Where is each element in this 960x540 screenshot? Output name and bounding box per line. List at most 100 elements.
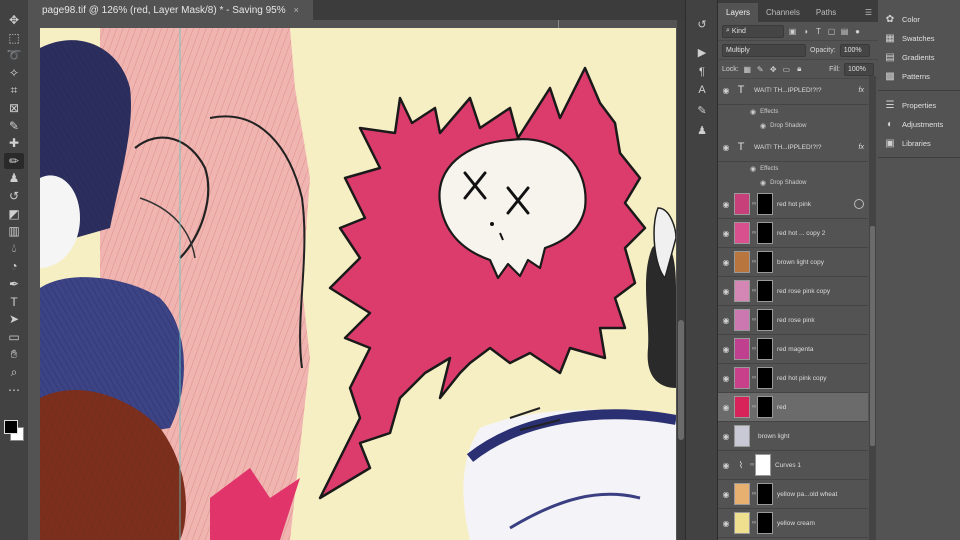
layer-row[interactable]: ◉ ⌇ ∞ Curves 1 — [718, 451, 868, 480]
quick-select-icon[interactable]: ✧ — [4, 65, 24, 81]
tab-paths[interactable]: Paths — [808, 3, 844, 22]
layer-thumbnail[interactable] — [734, 280, 750, 302]
effects-fx-icon[interactable]: fx — [859, 87, 864, 94]
filter-toggle-icon[interactable]: ● — [853, 26, 862, 36]
visibility-eye-icon[interactable]: ◉ — [718, 490, 734, 499]
layer-thumbnail[interactable] — [734, 512, 750, 534]
zoom-icon[interactable]: ⌕ — [4, 364, 24, 380]
visibility-eye-icon[interactable]: ◉ — [718, 258, 734, 267]
visibility-eye-icon[interactable]: ◉ — [718, 143, 734, 152]
more-icon[interactable]: ⋯ — [4, 382, 24, 398]
history-brush-icon[interactable]: ↺ — [4, 188, 24, 204]
close-icon[interactable]: × — [294, 5, 299, 15]
layer-row[interactable]: ◉ T WAIT! TH...IPPLED!?!? fx — [718, 133, 868, 162]
eraser-icon[interactable]: ◩ — [4, 206, 24, 222]
layer-row[interactable]: ◉ ∞ red magenta — [718, 335, 868, 364]
layer-row[interactable]: ◉ ∞ red — [718, 393, 868, 422]
fill-input[interactable]: 100% — [844, 62, 874, 76]
layer-row[interactable]: ◉ brown light — [718, 422, 868, 451]
visibility-eye-icon[interactable]: ◉ — [718, 86, 734, 95]
type-filter-icon[interactable]: T — [814, 26, 823, 36]
visibility-eye-icon[interactable]: ◉ — [718, 403, 734, 412]
drop-shadow-row[interactable]: ◉ Drop Shadow — [718, 176, 868, 190]
panel-menu-icon[interactable]: ☰ — [859, 3, 878, 22]
brush-icon[interactable]: ✏ — [4, 152, 24, 169]
pen-icon[interactable]: ✒ — [4, 276, 24, 292]
filter-kind-select[interactable]: ⌕ Kind — [722, 24, 784, 38]
layer-row[interactable]: ◉ ∞ red rose pink copy — [718, 277, 868, 306]
lock-pixels-icon[interactable]: ✎ — [756, 64, 765, 74]
stamp-icon[interactable]: ♟ — [4, 170, 24, 186]
layer-row[interactable]: ◉ ∞ brown light copy — [718, 248, 868, 277]
marquee-icon[interactable]: ⬚ — [4, 30, 24, 46]
effect-visibility-icon[interactable]: ◉ — [750, 165, 756, 173]
lock-position-icon[interactable]: ✥ — [769, 64, 778, 74]
lasso-icon[interactable]: ➰ — [4, 47, 24, 63]
panel-properties[interactable]: ☰ Properties — [884, 98, 937, 112]
layer-thumbnail[interactable] — [734, 367, 750, 389]
tab-channels[interactable]: Channels — [758, 3, 808, 22]
layer-mask-thumbnail[interactable] — [757, 251, 773, 273]
clone-source-panel-icon[interactable]: ♟ — [693, 122, 711, 138]
crop-icon[interactable]: ⌗ — [4, 82, 24, 98]
artwork-canvas[interactable] — [40, 28, 676, 540]
layer-row[interactable]: ◉ T WAIT! TH...IPPLED!?!? fx — [718, 76, 868, 105]
layer-row[interactable]: ◉ ∞ red hot pink copy — [718, 364, 868, 393]
layer-mask-thumbnail[interactable] — [757, 512, 773, 534]
adjustment-filter-icon[interactable]: ◑ — [801, 26, 810, 36]
shape-filter-icon[interactable]: ▢ — [827, 26, 836, 36]
type-icon[interactable]: T — [4, 294, 24, 310]
lock-transparent-icon[interactable]: ▦ — [743, 64, 752, 74]
layer-row[interactable]: ◉ ∞ yellow pa...old wheat — [718, 480, 868, 509]
visibility-eye-icon[interactable]: ◉ — [718, 287, 734, 296]
effects-row[interactable]: ◉ Effects — [718, 162, 868, 176]
layer-thumbnail[interactable] — [734, 483, 750, 505]
tab-layers[interactable]: Layers — [718, 3, 759, 22]
layer-row[interactable]: ◉ ∞ red hot ... copy 2 — [718, 219, 868, 248]
layer-mask-thumbnail[interactable] — [757, 222, 773, 244]
smart-object-filter-icon[interactable]: ▤ — [840, 26, 849, 36]
character-panel-icon[interactable]: A — [693, 82, 711, 98]
layer-thumbnail[interactable] — [734, 222, 750, 244]
scrollbar-thumb[interactable] — [678, 320, 684, 440]
document-tab[interactable]: page98.tif @ 126% (red, Layer Mask/8) * … — [28, 0, 313, 20]
layer-mask-thumbnail[interactable] — [755, 454, 771, 476]
effect-visibility-icon[interactable]: ◉ — [750, 108, 756, 116]
brushes-panel-icon[interactable]: ✎ — [693, 102, 711, 118]
layers-scrollbar[interactable] — [869, 76, 876, 540]
layer-mask-thumbnail[interactable] — [757, 280, 773, 302]
layer-row[interactable]: ◉ ∞ yellow cream — [718, 509, 868, 538]
blend-mode-select[interactable]: Multiply — [722, 43, 806, 57]
layer-thumbnail[interactable] — [734, 309, 750, 331]
effect-visibility-icon[interactable]: ◉ — [760, 179, 766, 187]
panel-gradients[interactable]: ▤ Gradients — [884, 50, 934, 64]
canvas-vertical-scrollbar[interactable] — [677, 20, 685, 540]
layer-row[interactable]: ◉ ∞ red hot pink — [718, 190, 868, 219]
panel-adjustments[interactable]: ◐ Adjustments — [884, 117, 943, 131]
eyedropper-icon[interactable]: ✎ — [4, 118, 24, 134]
layer-mask-thumbnail[interactable] — [757, 309, 773, 331]
hand-icon[interactable]: ✋︎ — [4, 346, 24, 362]
visibility-eye-icon[interactable]: ◉ — [718, 229, 734, 238]
blur-icon[interactable]: 💧︎ — [4, 241, 24, 257]
layer-thumbnail[interactable] — [734, 425, 750, 447]
rectangle-icon[interactable]: ▭ — [4, 329, 24, 345]
drop-shadow-row[interactable]: ◉ Drop Shadow — [718, 119, 868, 133]
visibility-eye-icon[interactable]: ◉ — [718, 461, 734, 470]
layer-mask-thumbnail[interactable] — [757, 193, 773, 215]
layer-thumbnail[interactable] — [734, 338, 750, 360]
panel-libraries[interactable]: ▣ Libraries — [884, 136, 931, 150]
layer-mask-thumbnail[interactable] — [757, 367, 773, 389]
frame-icon[interactable]: ⊠ — [4, 100, 24, 116]
opacity-input[interactable]: 100% — [839, 43, 870, 57]
lock-all-icon[interactable]: 🔒︎ — [795, 64, 804, 74]
visibility-eye-icon[interactable]: ◉ — [718, 374, 734, 383]
visibility-eye-icon[interactable]: ◉ — [718, 345, 734, 354]
layer-row[interactable]: ◉ ∞ red rose pink — [718, 306, 868, 335]
layer-mask-thumbnail[interactable] — [757, 338, 773, 360]
layer-thumbnail[interactable] — [734, 251, 750, 273]
layer-thumbnail[interactable] — [734, 396, 750, 418]
visibility-eye-icon[interactable]: ◉ — [718, 200, 734, 209]
layer-mask-thumbnail[interactable] — [757, 483, 773, 505]
path-select-icon[interactable]: ➤ — [4, 311, 24, 327]
